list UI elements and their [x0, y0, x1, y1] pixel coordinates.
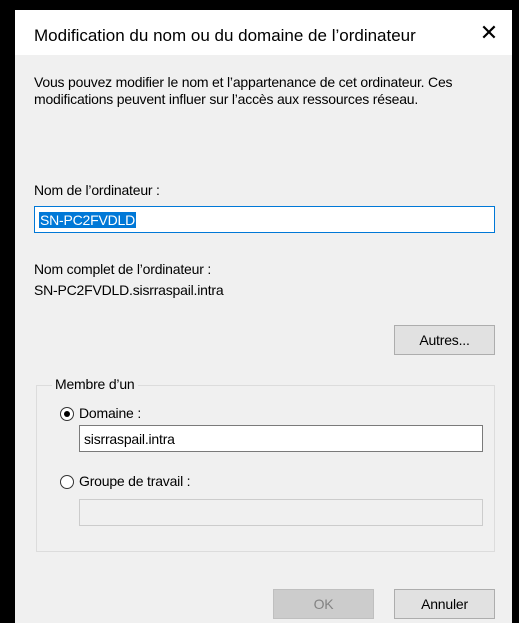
title-bar: Modification du nom ou du domaine de l’o… — [15, 10, 512, 55]
workgroup-label[interactable]: Groupe de travail : — [79, 473, 191, 489]
computer-name-label: Nom de l’ordinateur : — [34, 182, 160, 198]
computer-name-dialog: Modification du nom ou du domaine de l’o… — [15, 10, 512, 623]
full-name-value: SN-PC2FVDLD.sisrraspail.intra — [34, 282, 224, 298]
dialog-description: Vous pouvez modifier le nom et l’apparte… — [34, 74, 453, 107]
more-button[interactable]: Autres... — [394, 325, 495, 355]
dialog-title: Modification du nom ou du domaine de l’o… — [34, 26, 416, 45]
domain-radio[interactable] — [60, 407, 74, 421]
radio-selected-dot — [64, 411, 70, 417]
workgroup-radio[interactable] — [60, 475, 74, 489]
member-of-legend: Membre d’un — [52, 376, 138, 392]
computer-name-value: SN-PC2FVDLD — [39, 211, 137, 228]
domain-label[interactable]: Domaine : — [79, 405, 141, 421]
close-icon[interactable]: ✕ — [466, 10, 512, 55]
full-name-label: Nom complet de l’ordinateur : — [34, 261, 212, 277]
domain-value: sisrraspail.intra — [84, 430, 175, 447]
computer-name-input[interactable]: SN-PC2FVDLD — [34, 206, 495, 233]
cancel-button[interactable]: Annuler — [394, 589, 495, 619]
domain-input[interactable]: sisrraspail.intra — [79, 425, 483, 452]
workgroup-input[interactable] — [79, 499, 483, 526]
ok-button[interactable]: OK — [273, 589, 374, 619]
